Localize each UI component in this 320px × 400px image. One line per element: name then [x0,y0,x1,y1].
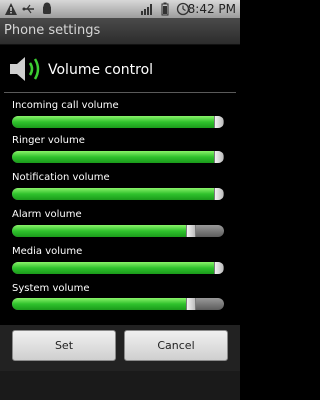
incoming-call-volume-label: Incoming call volume [12,100,119,111]
usb-icon [22,4,34,14]
media-volume-slider[interactable] [12,262,224,274]
battery-icon [161,2,169,16]
alarm-volume-label: Alarm volume [12,209,82,220]
button-bar: Set Cancel [0,325,240,371]
slider-fill [12,188,219,200]
title-bar: Phone settings [0,18,240,45]
media-volume-label: Media volume [12,246,83,257]
incoming-call-volume-slider[interactable] [12,116,224,128]
slider-fill [12,225,191,237]
slider-thumb[interactable] [214,116,224,128]
notification-volume-label: Notification volume [12,172,110,183]
system-volume-slider[interactable] [12,298,224,310]
ringer-volume-label: Ringer volume [12,135,85,146]
slider-thumb[interactable] [186,225,196,237]
speaker-icon [10,57,40,81]
slider-fill [12,262,219,274]
notification-volume-slider[interactable] [12,188,224,200]
slider-thumb[interactable] [214,151,224,163]
dialog-title: Volume control [48,62,154,78]
android-icon [43,2,51,14]
signal-icon [141,4,152,15]
ringer-volume-slider[interactable] [12,151,224,163]
volume-dialog: Volume control Incoming call volume Ring… [0,45,240,371]
set-button[interactable]: Set [12,330,116,361]
warning-icon [5,3,17,15]
bottom-strip [0,371,240,400]
slider-thumb[interactable] [214,188,224,200]
dialog-header: Volume control [0,45,240,91]
system-volume-label: System volume [12,283,90,294]
status-bar: 8:42 PM [0,0,240,18]
slider-thumb[interactable] [186,298,196,310]
slider-fill [12,116,219,128]
slider-fill [12,298,191,310]
header-divider [4,92,236,93]
slider-thumb[interactable] [214,262,224,274]
alarm-volume-slider[interactable] [12,225,224,237]
screen-title: Phone settings [4,23,101,38]
slider-fill [12,151,219,163]
status-time: 8:42 PM [187,2,236,16]
cancel-button[interactable]: Cancel [124,330,228,361]
